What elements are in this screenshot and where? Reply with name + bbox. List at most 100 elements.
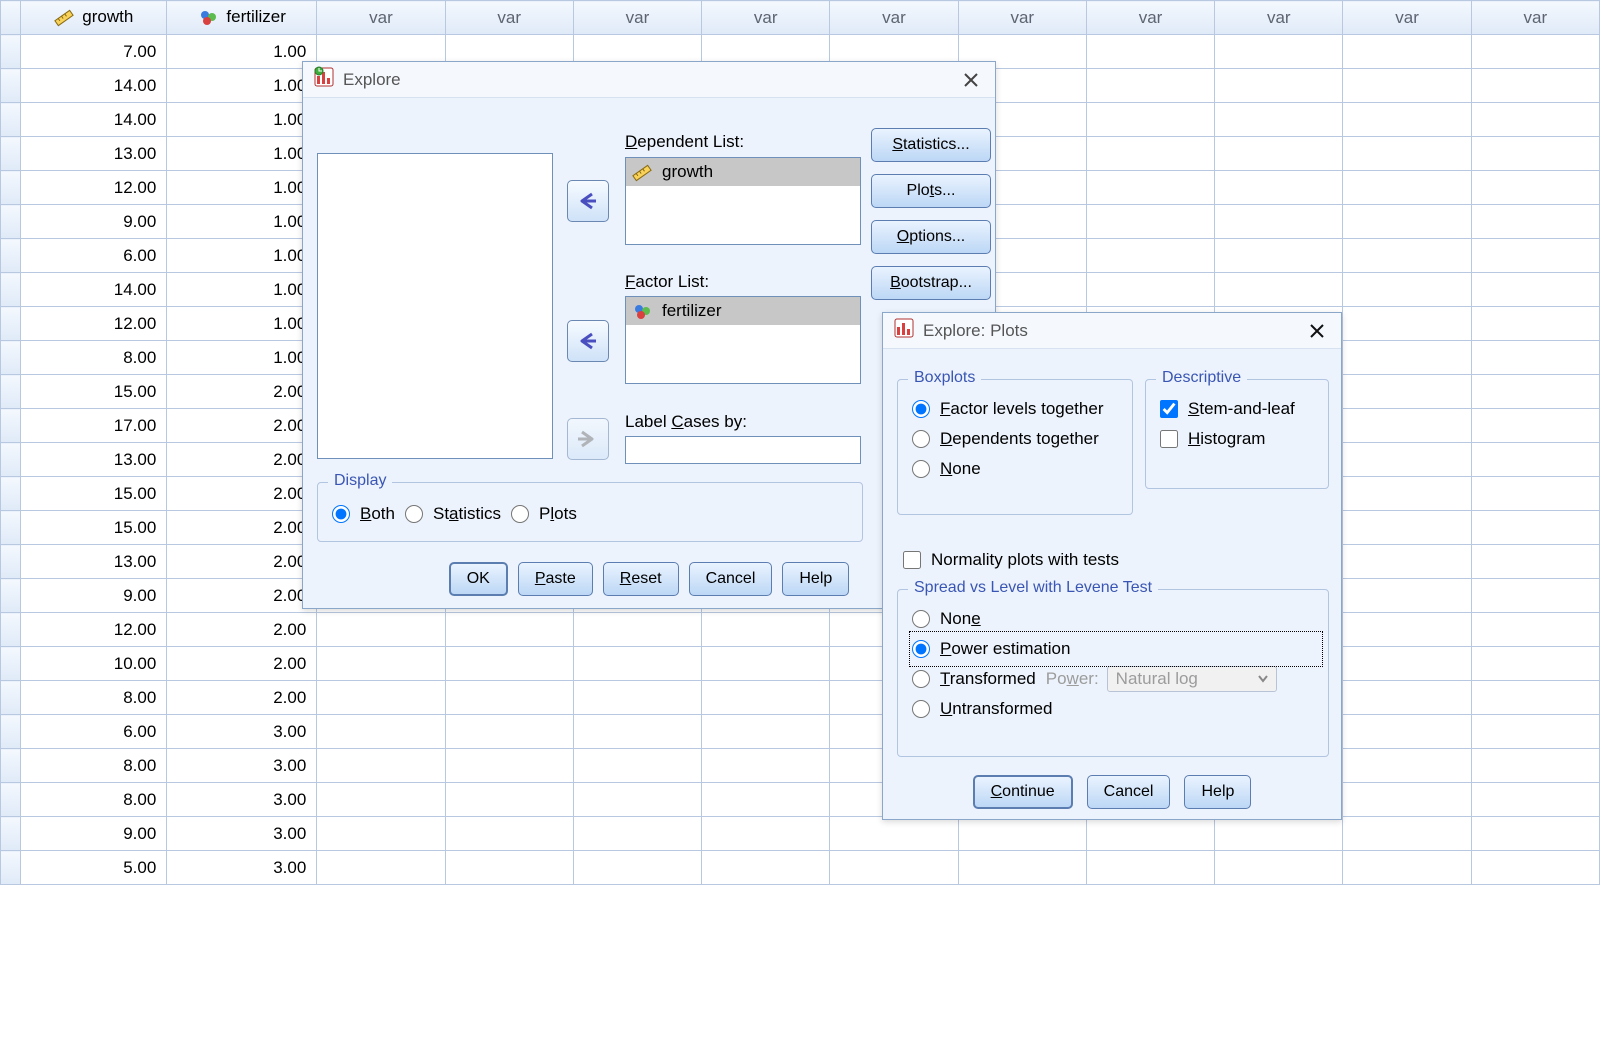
cell-empty[interactable] [1086,817,1214,851]
table-row[interactable]: 10.002.00 [1,647,1600,681]
cell-empty[interactable] [1471,715,1599,749]
cell-empty[interactable] [1343,579,1471,613]
cell-fertilizer[interactable]: 2.00 [167,375,317,409]
table-row[interactable]: 8.003.00 [1,749,1600,783]
paste-button[interactable]: Paste [518,562,593,596]
row-header[interactable] [1,545,21,579]
col-header-var[interactable]: var [1343,1,1471,35]
cell-empty[interactable] [1086,137,1214,171]
cell-empty[interactable] [1343,375,1471,409]
cell-empty[interactable] [1343,171,1471,205]
col-header-var[interactable]: var [1215,1,1343,35]
row-header[interactable] [1,137,21,171]
row-header[interactable] [1,477,21,511]
cell-empty[interactable] [830,851,958,885]
row-header[interactable] [1,341,21,375]
cell-empty[interactable] [1215,239,1343,273]
cell-growth[interactable]: 8.00 [20,783,167,817]
bootstrap-button[interactable]: Bootstrap... [871,266,991,300]
col-header-var[interactable]: var [958,1,1086,35]
cell-empty[interactable] [1086,103,1214,137]
display-both-radio[interactable]: Both [332,499,395,529]
cell-empty[interactable] [1215,817,1343,851]
cell-fertilizer[interactable]: 3.00 [167,851,317,885]
display-statistics-radio[interactable]: Statistics [405,499,501,529]
col-header-var[interactable]: var [1471,1,1599,35]
table-row[interactable]: 6.003.00 [1,715,1600,749]
cell-empty[interactable] [1343,307,1471,341]
cell-empty[interactable] [1471,239,1599,273]
cell-empty[interactable] [1343,715,1471,749]
cell-growth[interactable]: 8.00 [20,749,167,783]
cell-fertilizer[interactable]: 1.00 [167,341,317,375]
cell-empty[interactable] [702,749,830,783]
row-header[interactable] [1,511,21,545]
spread-transformed-radio[interactable]: Transformed [912,669,1036,689]
cell-empty[interactable] [1343,613,1471,647]
cell-empty[interactable] [1471,613,1599,647]
cell-empty[interactable] [1471,171,1599,205]
cell-empty[interactable] [317,613,445,647]
cell-empty[interactable] [1343,545,1471,579]
cell-empty[interactable] [702,681,830,715]
cell-fertilizer[interactable]: 2.00 [167,545,317,579]
table-row[interactable]: 8.002.00 [1,681,1600,715]
row-header[interactable] [1,613,21,647]
dependent-item[interactable]: growth [626,158,860,186]
cell-empty[interactable] [573,783,701,817]
cell-growth[interactable]: 14.00 [20,273,167,307]
row-header[interactable] [1,171,21,205]
col-header-var[interactable]: var [573,1,701,35]
cell-growth[interactable]: 9.00 [20,579,167,613]
cell-fertilizer[interactable]: 1.00 [167,307,317,341]
cell-empty[interactable] [1471,817,1599,851]
close-icon[interactable] [1303,317,1331,345]
cell-empty[interactable] [1215,851,1343,885]
cell-empty[interactable] [1215,273,1343,307]
cell-fertilizer[interactable]: 2.00 [167,613,317,647]
cell-empty[interactable] [1343,749,1471,783]
cell-growth[interactable]: 5.00 [20,851,167,885]
reset-button[interactable]: Reset [603,562,679,596]
col-header-var[interactable]: var [445,1,573,35]
cell-empty[interactable] [317,647,445,681]
plots-help-button[interactable]: Help [1184,775,1251,809]
cell-growth[interactable]: 13.00 [20,443,167,477]
cell-fertilizer[interactable]: 2.00 [167,443,317,477]
cell-fertilizer[interactable]: 1.00 [167,171,317,205]
cell-empty[interactable] [1343,273,1471,307]
cell-empty[interactable] [1471,545,1599,579]
row-header[interactable] [1,851,21,885]
cell-growth[interactable]: 9.00 [20,817,167,851]
table-row[interactable]: 5.003.00 [1,851,1600,885]
cell-empty[interactable] [317,715,445,749]
cell-empty[interactable] [445,749,573,783]
dependent-list[interactable]: growth [625,157,861,245]
cell-empty[interactable] [573,647,701,681]
row-header[interactable] [1,783,21,817]
cell-fertilizer[interactable]: 1.00 [167,205,317,239]
boxplots-factor-radio[interactable]: Factor levels together [912,394,1118,424]
cell-empty[interactable] [1471,477,1599,511]
help-button[interactable]: Help [782,562,849,596]
cell-empty[interactable] [702,817,830,851]
spread-untransformed-radio[interactable]: Untransformed [912,694,1314,724]
cell-growth[interactable]: 12.00 [20,613,167,647]
cell-growth[interactable]: 13.00 [20,137,167,171]
cell-empty[interactable] [1343,817,1471,851]
cell-empty[interactable] [573,681,701,715]
cell-fertilizer[interactable]: 2.00 [167,409,317,443]
row-header[interactable] [1,35,21,69]
factor-item[interactable]: fertilizer [626,297,860,325]
cell-growth[interactable]: 9.00 [20,205,167,239]
cell-empty[interactable] [1215,103,1343,137]
cell-empty[interactable] [1343,409,1471,443]
close-icon[interactable] [957,66,985,94]
cell-fertilizer[interactable]: 1.00 [167,103,317,137]
cell-empty[interactable] [1471,103,1599,137]
cell-empty[interactable] [1471,307,1599,341]
cell-fertilizer[interactable]: 2.00 [167,579,317,613]
cell-fertilizer[interactable]: 2.00 [167,511,317,545]
cell-empty[interactable] [1086,851,1214,885]
cell-growth[interactable]: 6.00 [20,239,167,273]
